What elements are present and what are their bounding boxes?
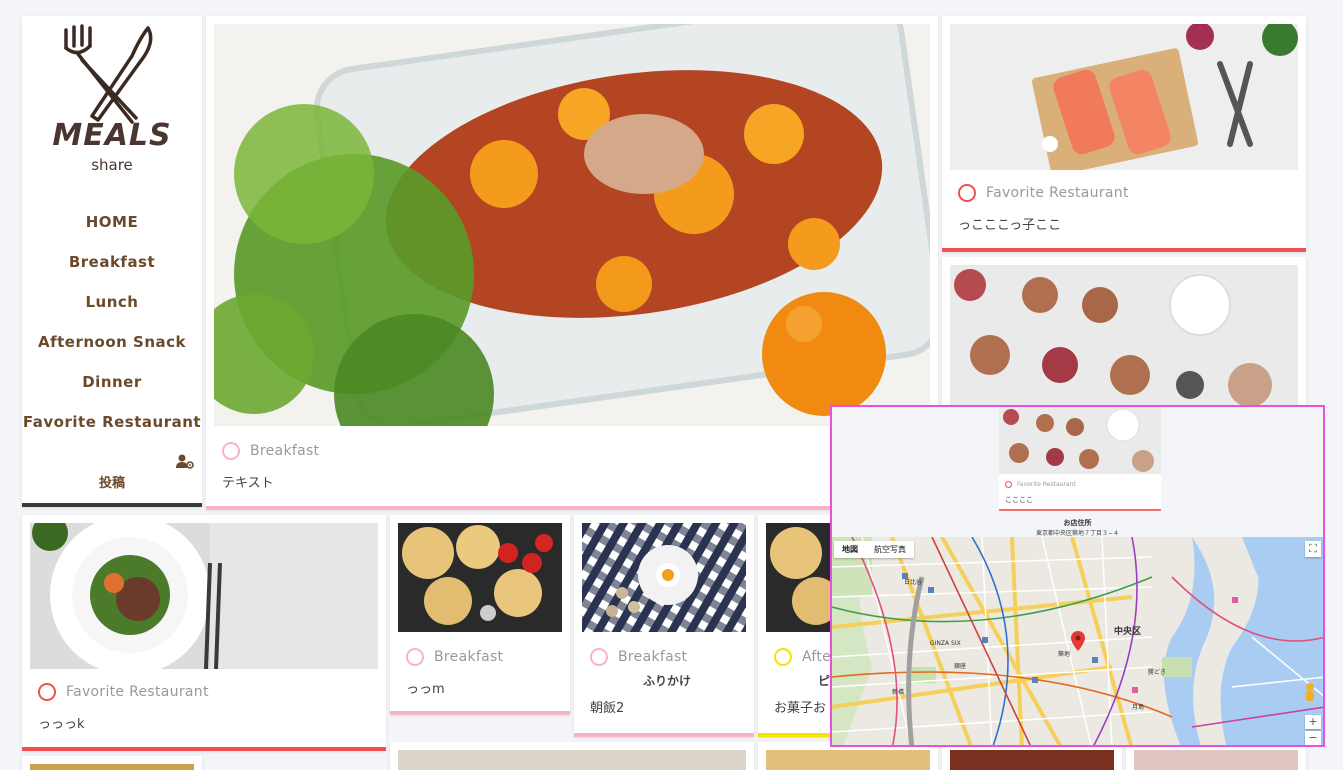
post-image (950, 24, 1298, 170)
fork-knife-icon (64, 24, 153, 124)
post-category[interactable]: Favorite Restaurant (986, 185, 1129, 201)
map-place-label: 銀座 (954, 663, 967, 670)
store-address: 東京都中央区築地７丁目３−４ (1035, 530, 1120, 537)
post-image (398, 523, 562, 632)
post-button[interactable]: 投稿 (22, 472, 202, 491)
map-type-map-button[interactable]: 地図 (834, 541, 866, 558)
post-category[interactable]: Breakfast (618, 649, 687, 665)
category-row: Favorite Restaurant (958, 184, 1296, 202)
post-image (30, 523, 378, 669)
like-circle-icon[interactable] (590, 648, 608, 666)
post-meta: Breakfast ふりかけ 朝飯2 (590, 648, 744, 716)
map-district-label: 中央区 (1114, 627, 1142, 637)
like-circle-icon[interactable] (406, 648, 424, 666)
zoom-out-button[interactable]: − (1305, 731, 1321, 745)
map-place-label: 勝どき (1148, 669, 1166, 676)
post-image (214, 24, 930, 426)
like-circle-icon[interactable] (38, 683, 56, 701)
post-image (30, 764, 194, 770)
store-address-label: お店住所 (1063, 519, 1092, 527)
map-place-label: GINZA SIX (930, 640, 961, 647)
category-row: Breakfast (222, 442, 928, 460)
post-image (950, 750, 1114, 770)
post-image (1134, 750, 1298, 770)
nav-lunch[interactable]: Lunch (22, 282, 202, 322)
map-type-control: 地図 航空写真 (834, 541, 914, 558)
nav-breakfast[interactable]: Breakfast (22, 242, 202, 282)
post-description: っっっk (38, 717, 85, 732)
post-card[interactable]: Favorite Restaurant っっっk (22, 515, 386, 751)
category-row: Breakfast (406, 648, 560, 666)
popup-post-meta: Favorite Restaurant (1005, 481, 1076, 488)
post-meta: Favorite Restaurant っっっk (38, 683, 376, 732)
map-place-label: 日比谷 (904, 579, 923, 586)
post-card[interactable]: Breakfast ふりかけ 朝飯2 (574, 515, 754, 737)
fullscreen-icon[interactable]: ⛶ (1305, 541, 1321, 557)
post-title: ふりかけ (642, 674, 691, 688)
nav-dinner[interactable]: Dinner (22, 362, 202, 402)
post-category[interactable]: Favorite Restaurant (66, 684, 209, 700)
nav-afternoon-snack[interactable]: Afternoon Snack (22, 322, 202, 362)
post-image (766, 750, 930, 770)
post-description: 朝飯2 (590, 701, 625, 716)
popup-post-card[interactable]: Favorite Restaurant ここここ (999, 407, 1161, 511)
post-card[interactable]: Favorite Restaurant っこここっ子ここ (942, 16, 1306, 252)
post-card[interactable]: Breakfast テキスト (206, 16, 938, 510)
post-meta: Breakfast テキスト (222, 442, 928, 491)
post-category[interactable]: Breakfast (434, 649, 503, 665)
main-nav: HOME Breakfast Lunch Afternoon Snack Din… (22, 202, 202, 442)
post-description: っっm (406, 682, 445, 697)
brand-logo[interactable]: MEALS share (22, 22, 202, 174)
map-place-label: 新橋 (892, 689, 905, 696)
post-description: っこここっ子ここ (958, 218, 1062, 233)
map-type-satellite-button[interactable]: 航空写真 (866, 541, 914, 558)
brand-tagline: share (91, 156, 133, 174)
popup-post-description: ここここ (1005, 496, 1033, 504)
category-row: Breakfast (590, 648, 744, 666)
popup-post-image (999, 407, 1161, 474)
sidebar: MEALS share HOME Breakfast Lunch Afterno… (22, 16, 202, 507)
like-circle-icon[interactable] (958, 184, 976, 202)
post-description: テキスト (222, 476, 274, 491)
post-meta: Breakfast っっm (406, 648, 560, 697)
nav-favorite-restaurant[interactable]: Favorite Restaurant (22, 402, 202, 442)
post-card[interactable] (22, 756, 202, 770)
store-map-popup[interactable]: Favorite Restaurant ここここ お店住所 東京都中央区築地７丁… (830, 405, 1325, 747)
map-pin-icon[interactable] (1071, 631, 1085, 651)
post-meta: Favorite Restaurant っこここっ子ここ (958, 184, 1296, 233)
post-image (398, 750, 746, 770)
user-settings-icon[interactable] (176, 454, 194, 474)
post-card[interactable] (390, 742, 754, 770)
post-card[interactable]: Breakfast っっm (390, 515, 570, 715)
like-circle-icon[interactable] (1005, 481, 1012, 488)
category-row: Favorite Restaurant (38, 683, 376, 701)
map-place-label: 築地 (1058, 651, 1071, 658)
zoom-in-button[interactable]: + (1305, 715, 1321, 729)
post-image (950, 265, 1298, 415)
like-circle-icon[interactable] (774, 648, 792, 666)
brand-name: MEALS (52, 118, 172, 153)
nav-home[interactable]: HOME (22, 202, 202, 242)
post-image (582, 523, 746, 632)
like-circle-icon[interactable] (222, 442, 240, 460)
post-category[interactable]: Breakfast (250, 443, 319, 459)
map-place-label: 月島 (1132, 704, 1145, 711)
post-category[interactable]: Afte (802, 649, 831, 665)
google-map[interactable]: 中央区 GINZA SIX 銀座 築地 勝どき 月島 新橋 日比谷 地図 航空写… (832, 537, 1323, 745)
popup-post-category[interactable]: Favorite Restaurant (1017, 481, 1076, 488)
